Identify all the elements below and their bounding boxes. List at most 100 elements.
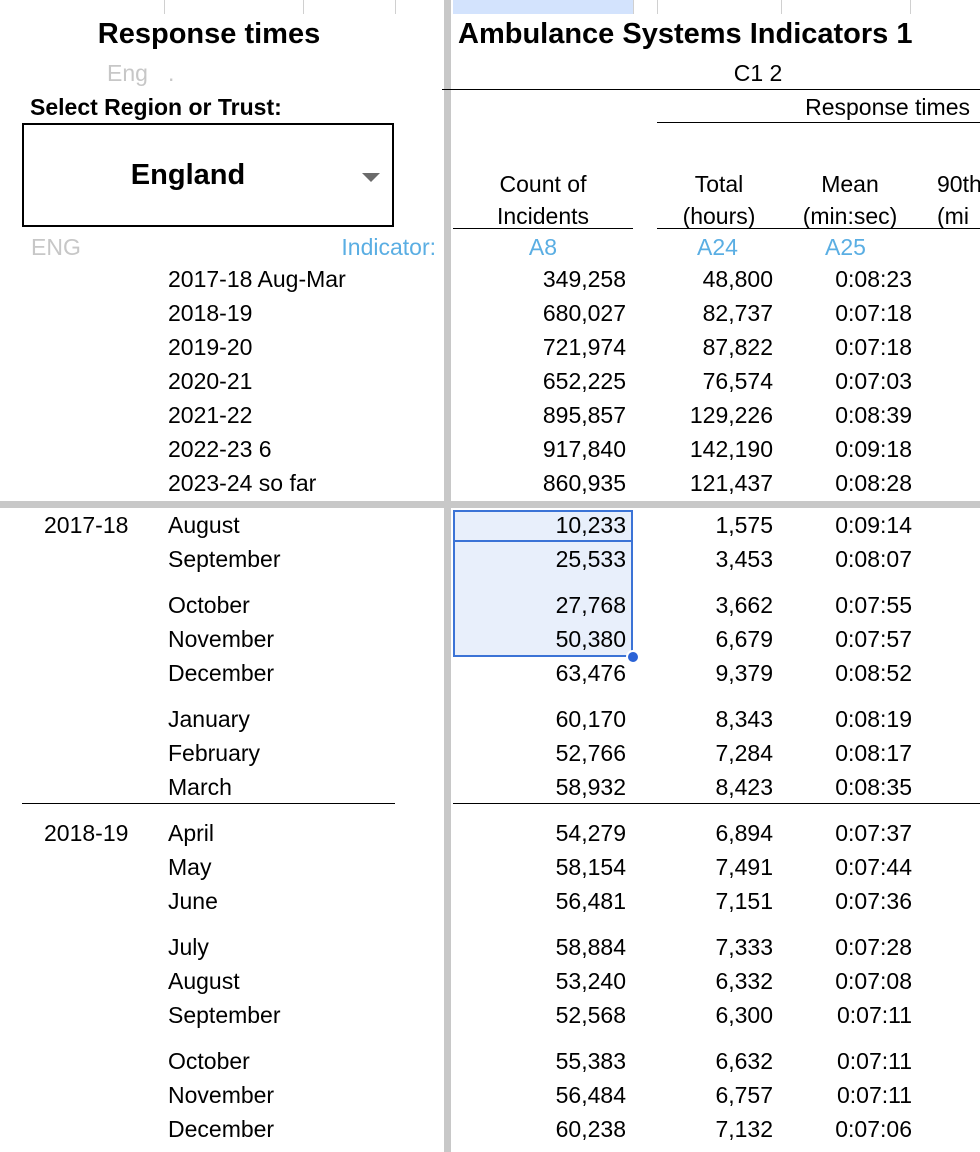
total-cell[interactable]: 6,894 <box>657 820 773 847</box>
mean-cell[interactable]: 0:08:07 <box>790 546 912 573</box>
count-cell[interactable]: 54,279 <box>453 820 626 847</box>
mean-cell[interactable]: 0:07:36 <box>790 888 912 915</box>
year-cell[interactable]: 2018-19 <box>44 820 128 847</box>
period-cell[interactable]: 2023-24 so far <box>168 470 316 497</box>
total-cell[interactable]: 1,575 <box>657 512 773 539</box>
month-cell[interactable]: December <box>168 1116 274 1143</box>
mean-cell[interactable]: 0:07:18 <box>790 334 912 361</box>
count-cell[interactable]: 721,974 <box>453 334 626 361</box>
count-cell[interactable]: 52,568 <box>453 1002 626 1029</box>
month-cell[interactable]: May <box>168 854 211 881</box>
count-cell[interactable]: 60,238 <box>453 1116 626 1143</box>
total-cell[interactable]: 87,822 <box>657 334 773 361</box>
count-cell[interactable]: 349,258 <box>453 266 626 293</box>
count-cell[interactable]: 55,383 <box>453 1048 626 1075</box>
month-cell[interactable]: December <box>168 660 274 687</box>
mean-cell[interactable]: 0:08:39 <box>790 402 912 429</box>
total-cell[interactable]: 3,453 <box>657 546 773 573</box>
total-cell[interactable]: 6,300 <box>657 1002 773 1029</box>
mean-cell[interactable]: 0:08:52 <box>790 660 912 687</box>
total-cell[interactable]: 6,679 <box>657 626 773 653</box>
total-cell[interactable]: 6,757 <box>657 1082 773 1109</box>
month-cell[interactable]: October <box>168 1048 250 1075</box>
fill-handle[interactable] <box>626 650 640 664</box>
count-cell[interactable]: 25,533 <box>453 546 626 573</box>
mean-cell[interactable]: 0:08:17 <box>790 740 912 767</box>
mean-cell[interactable]: 0:07:06 <box>790 1116 912 1143</box>
period-cell[interactable]: 2019-20 <box>168 334 252 361</box>
total-cell[interactable]: 7,491 <box>657 854 773 881</box>
month-cell[interactable]: February <box>168 740 260 767</box>
total-cell[interactable]: 76,574 <box>657 368 773 395</box>
total-cell[interactable]: 129,226 <box>657 402 773 429</box>
total-cell[interactable]: 7,284 <box>657 740 773 767</box>
month-cell[interactable]: June <box>168 888 218 915</box>
month-cell[interactable]: April <box>168 820 214 847</box>
period-cell[interactable]: 2017-18 Aug-Mar <box>168 266 346 293</box>
total-cell[interactable]: 142,190 <box>657 436 773 463</box>
count-cell[interactable]: 52,766 <box>453 740 626 767</box>
month-cell[interactable]: August <box>168 968 240 995</box>
mean-cell[interactable]: 0:09:14 <box>790 512 912 539</box>
total-cell[interactable]: 7,151 <box>657 888 773 915</box>
mean-cell[interactable]: 0:07:57 <box>790 626 912 653</box>
count-cell[interactable]: 652,225 <box>453 368 626 395</box>
mean-cell[interactable]: 0:07:11 <box>790 1048 912 1075</box>
total-cell[interactable]: 3,662 <box>657 592 773 619</box>
mean-cell[interactable]: 0:08:23 <box>790 266 912 293</box>
mean-cell[interactable]: 0:07:03 <box>790 368 912 395</box>
mean-cell[interactable]: 0:08:35 <box>790 774 912 801</box>
month-cell[interactable]: November <box>168 626 274 653</box>
count-cell[interactable]: 917,840 <box>453 436 626 463</box>
total-cell[interactable]: 6,332 <box>657 968 773 995</box>
frozen-column-divider[interactable] <box>444 0 451 1152</box>
count-cell[interactable]: 860,935 <box>453 470 626 497</box>
mean-cell[interactable]: 0:07:08 <box>790 968 912 995</box>
count-cell[interactable]: 56,481 <box>453 888 626 915</box>
month-cell[interactable]: September <box>168 1002 281 1029</box>
total-cell[interactable]: 82,737 <box>657 300 773 327</box>
mean-cell[interactable]: 0:07:37 <box>790 820 912 847</box>
count-cell[interactable]: 50,380 <box>453 626 626 653</box>
total-cell[interactable]: 48,800 <box>657 266 773 293</box>
month-cell[interactable]: November <box>168 1082 274 1109</box>
count-cell[interactable]: 895,857 <box>453 402 626 429</box>
total-cell[interactable]: 6,632 <box>657 1048 773 1075</box>
month-cell[interactable]: September <box>168 546 281 573</box>
period-cell[interactable]: 2022-23 6 <box>168 436 272 463</box>
year-cell[interactable]: 2017-18 <box>44 512 128 539</box>
frozen-row-divider[interactable] <box>0 501 980 508</box>
count-cell[interactable]: 680,027 <box>453 300 626 327</box>
total-cell[interactable]: 7,132 <box>657 1116 773 1143</box>
count-cell[interactable]: 58,932 <box>453 774 626 801</box>
mean-cell[interactable]: 0:07:55 <box>790 592 912 619</box>
mean-cell[interactable]: 0:07:11 <box>790 1002 912 1029</box>
chevron-down-icon[interactable] <box>362 173 380 182</box>
region-dropdown[interactable]: England <box>22 123 394 227</box>
total-cell[interactable]: 9,379 <box>657 660 773 687</box>
count-cell[interactable]: 58,884 <box>453 934 626 961</box>
mean-cell[interactable]: 0:08:19 <box>790 706 912 733</box>
count-cell[interactable]: 56,484 <box>453 1082 626 1109</box>
month-cell[interactable]: August <box>168 512 240 539</box>
month-cell[interactable]: January <box>168 706 250 733</box>
mean-cell[interactable]: 0:07:18 <box>790 300 912 327</box>
count-cell[interactable]: 10,233 <box>453 512 626 539</box>
mean-cell[interactable]: 0:07:44 <box>790 854 912 881</box>
total-cell[interactable]: 8,343 <box>657 706 773 733</box>
month-cell[interactable]: March <box>168 774 232 801</box>
total-cell[interactable]: 121,437 <box>657 470 773 497</box>
selected-column-header[interactable] <box>453 0 633 14</box>
mean-cell[interactable]: 0:09:18 <box>790 436 912 463</box>
period-cell[interactable]: 2020-21 <box>168 368 252 395</box>
mean-cell[interactable]: 0:07:28 <box>790 934 912 961</box>
mean-cell[interactable]: 0:08:28 <box>790 470 912 497</box>
count-cell[interactable]: 58,154 <box>453 854 626 881</box>
month-cell[interactable]: July <box>168 934 209 961</box>
mean-cell[interactable]: 0:07:11 <box>790 1082 912 1109</box>
count-cell[interactable]: 27,768 <box>453 592 626 619</box>
total-cell[interactable]: 8,423 <box>657 774 773 801</box>
total-cell[interactable]: 7,333 <box>657 934 773 961</box>
count-cell[interactable]: 63,476 <box>453 660 626 687</box>
period-cell[interactable]: 2021-22 <box>168 402 252 429</box>
